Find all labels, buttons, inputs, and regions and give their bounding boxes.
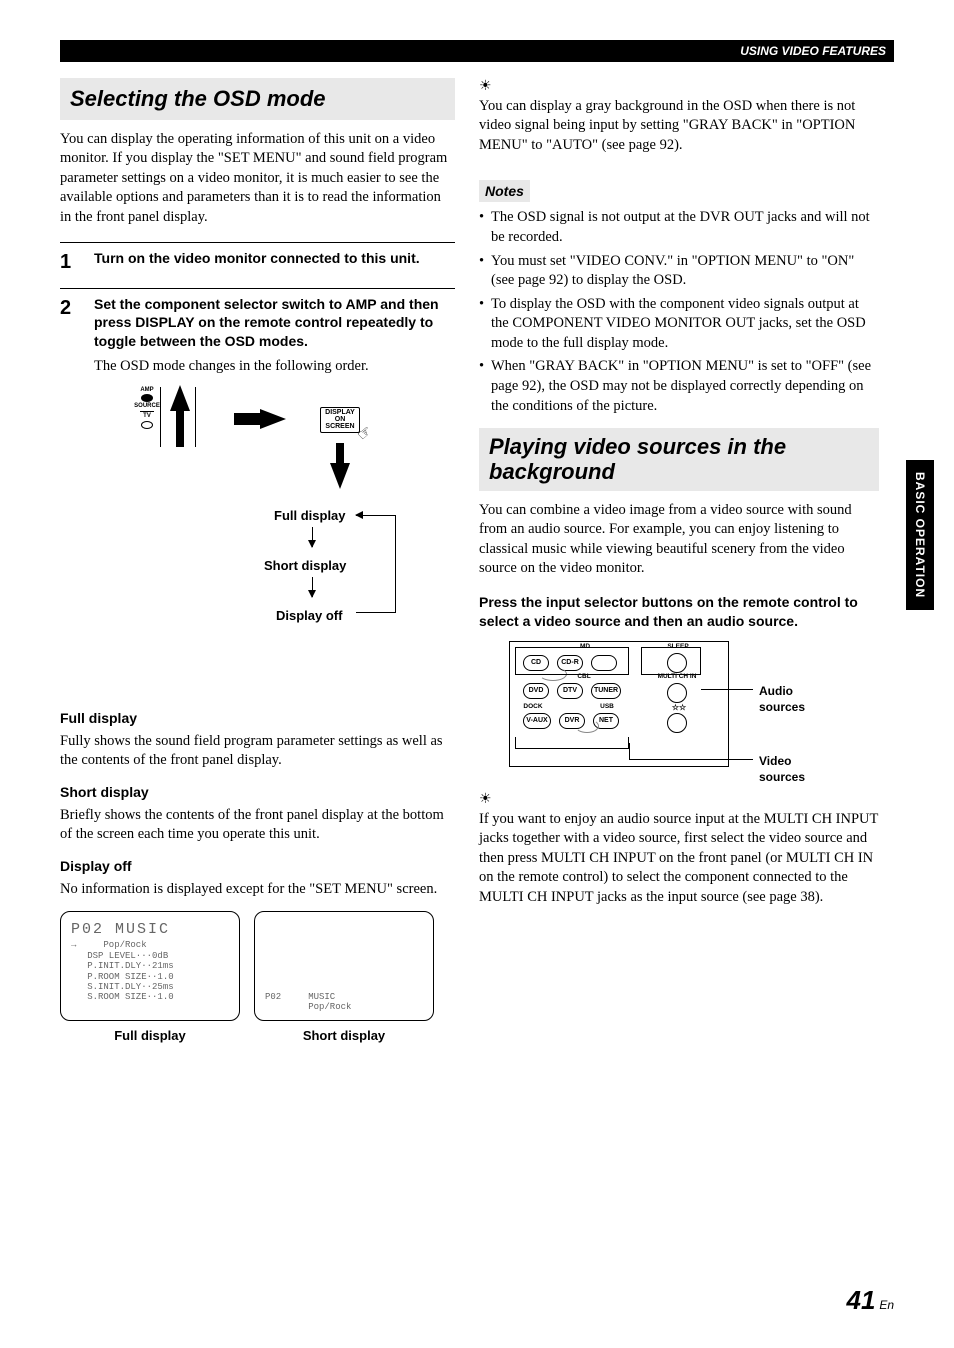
note-2: You must set "VIDEO CONV." in "OPTION ME…: [479, 252, 879, 291]
remote-btn-tuner: TUNER: [591, 683, 621, 699]
step-2-title: Set the component selector switch to AMP…: [94, 295, 455, 352]
step-2-desc: The OSD mode changes in the following or…: [94, 357, 455, 377]
full-display-heading: Full display: [60, 709, 455, 728]
header-bar: USING VIDEO FEATURES: [60, 40, 894, 62]
display-off-heading: Display off: [60, 857, 455, 876]
note-4: When "GRAY BACK" in "OPTION MENU" is set…: [479, 357, 879, 416]
intro-text: You can display the operating informatio…: [60, 130, 455, 228]
step-2: 2 Set the component selector switch to A…: [60, 288, 455, 697]
tip-icon-2: [479, 791, 492, 810]
section-title-osd: Selecting the OSD mode: [60, 78, 455, 120]
switch-label-tv: TV: [134, 413, 160, 420]
short-display-text: Briefly shows the contents of the front …: [60, 806, 455, 845]
osd-full-l2: DSP LEVEL···0dB: [71, 951, 229, 961]
osd-full-l6: S.ROOM SIZE··1.0: [71, 992, 229, 1002]
side-tab: BASIC OPERATION: [906, 460, 934, 610]
remote-btn-dvd: DVD: [523, 683, 549, 699]
arrow-down-icon: [330, 463, 350, 489]
tip-2-text: If you want to enjoy an audio source inp…: [479, 810, 879, 908]
notes-heading: Notes: [479, 180, 530, 203]
page-number-num: 41: [847, 1285, 876, 1315]
arrow-up-stem: [176, 411, 184, 447]
audio-sources-label: Audio sources: [759, 683, 805, 715]
remote-diagram: MD CD CD-R SLEEP CBL DVD DTV TUNER MULTI…: [509, 641, 759, 771]
arrow-down-stem: [336, 443, 344, 463]
loop-line: [356, 515, 396, 613]
display-off-text: No information is displayed except for t…: [60, 880, 455, 900]
osd-short-l2: Pop/Rock: [265, 1002, 423, 1012]
page-number-suffix: En: [879, 1298, 894, 1312]
arrow-right-icon: [260, 409, 286, 429]
remote-btn-multi: [667, 683, 687, 703]
arrow-up-icon: [170, 385, 190, 411]
tip-1-text: You can display a gray background in the…: [479, 97, 879, 156]
selector-switch-graphic: AMP SOURCE TV: [134, 387, 160, 430]
thin-arrow-2: [312, 577, 313, 597]
full-display-text: Fully shows the sound field program para…: [60, 732, 455, 771]
thin-arrow-1: [312, 527, 313, 547]
osd-full-l4: P.ROOM SIZE··1.0: [71, 972, 229, 982]
remote-btn-dtv: DTV: [557, 683, 583, 699]
flow-label-short: Short display: [264, 557, 346, 575]
osd-full-l1: → Pop/Rock: [71, 940, 229, 950]
osd-full-caption: Full display: [60, 1027, 240, 1045]
remote-btn-star: [667, 713, 687, 733]
tip-icon: [479, 78, 492, 97]
note-1: The OSD signal is not output at the DVR …: [479, 208, 879, 247]
osd-flow-diagram: AMP SOURCE TV: [134, 387, 455, 677]
step-1-num: 1: [60, 249, 80, 276]
osd-full-title: P02 MUSIC: [71, 920, 229, 940]
remote-label-dock: DOCK: [519, 703, 547, 712]
osd-short-display-box: P02 MUSIC Pop/Rock: [254, 911, 434, 1021]
remote-star-icon: ☆☆: [669, 703, 689, 714]
arrow-right-stem: [234, 413, 262, 425]
tip-1: [479, 78, 879, 97]
osd-full-l3: P.INIT.DLY··21ms: [71, 961, 229, 971]
remote-label-usb: USB: [595, 703, 619, 712]
notes-list: The OSD signal is not output at the DVR …: [479, 208, 879, 416]
remote-btn-vaux: V-AUX: [523, 713, 551, 729]
osd-full-l5: S.INIT.DLY··25ms: [71, 982, 229, 992]
step-1: 1 Turn on the video monitor connected to…: [60, 242, 455, 276]
switch-label-source: SOURCE: [134, 403, 160, 410]
display-button-bottom: ON SCREEN: [325, 416, 354, 430]
step-1-title: Turn on the video monitor connected to t…: [94, 249, 455, 268]
intro2-text: You can combine a video image from a vid…: [479, 501, 879, 579]
header-section-label: USING VIDEO FEATURES: [740, 43, 886, 59]
tip-2: [479, 791, 879, 810]
curve-2: [575, 719, 599, 733]
display-button-top: DISPLAY: [325, 409, 355, 416]
note-3: To display the OSD with the component vi…: [479, 295, 879, 354]
short-display-heading: Short display: [60, 783, 455, 802]
instruction-text: Press the input selector buttons on the …: [479, 593, 879, 631]
osd-example-row: P02 MUSIC → Pop/Rock DSP LEVEL···0dB P.I…: [60, 911, 455, 1045]
video-sources-label: Video sources: [759, 753, 805, 785]
osd-short-l1: P02 MUSIC: [265, 992, 423, 1002]
loop-arrowhead: [356, 515, 357, 516]
section-title-video-bg: Playing video sources in the background: [479, 428, 879, 491]
switch-label-amp: AMP: [134, 387, 160, 394]
flow-label-full: Full display: [274, 507, 346, 525]
osd-short-caption: Short display: [254, 1027, 434, 1045]
page-number: 41 En: [847, 1283, 895, 1318]
flow-label-off: Display off: [276, 607, 342, 625]
step-2-num: 2: [60, 295, 80, 697]
osd-full-display-box: P02 MUSIC → Pop/Rock DSP LEVEL···0dB P.I…: [60, 911, 240, 1021]
